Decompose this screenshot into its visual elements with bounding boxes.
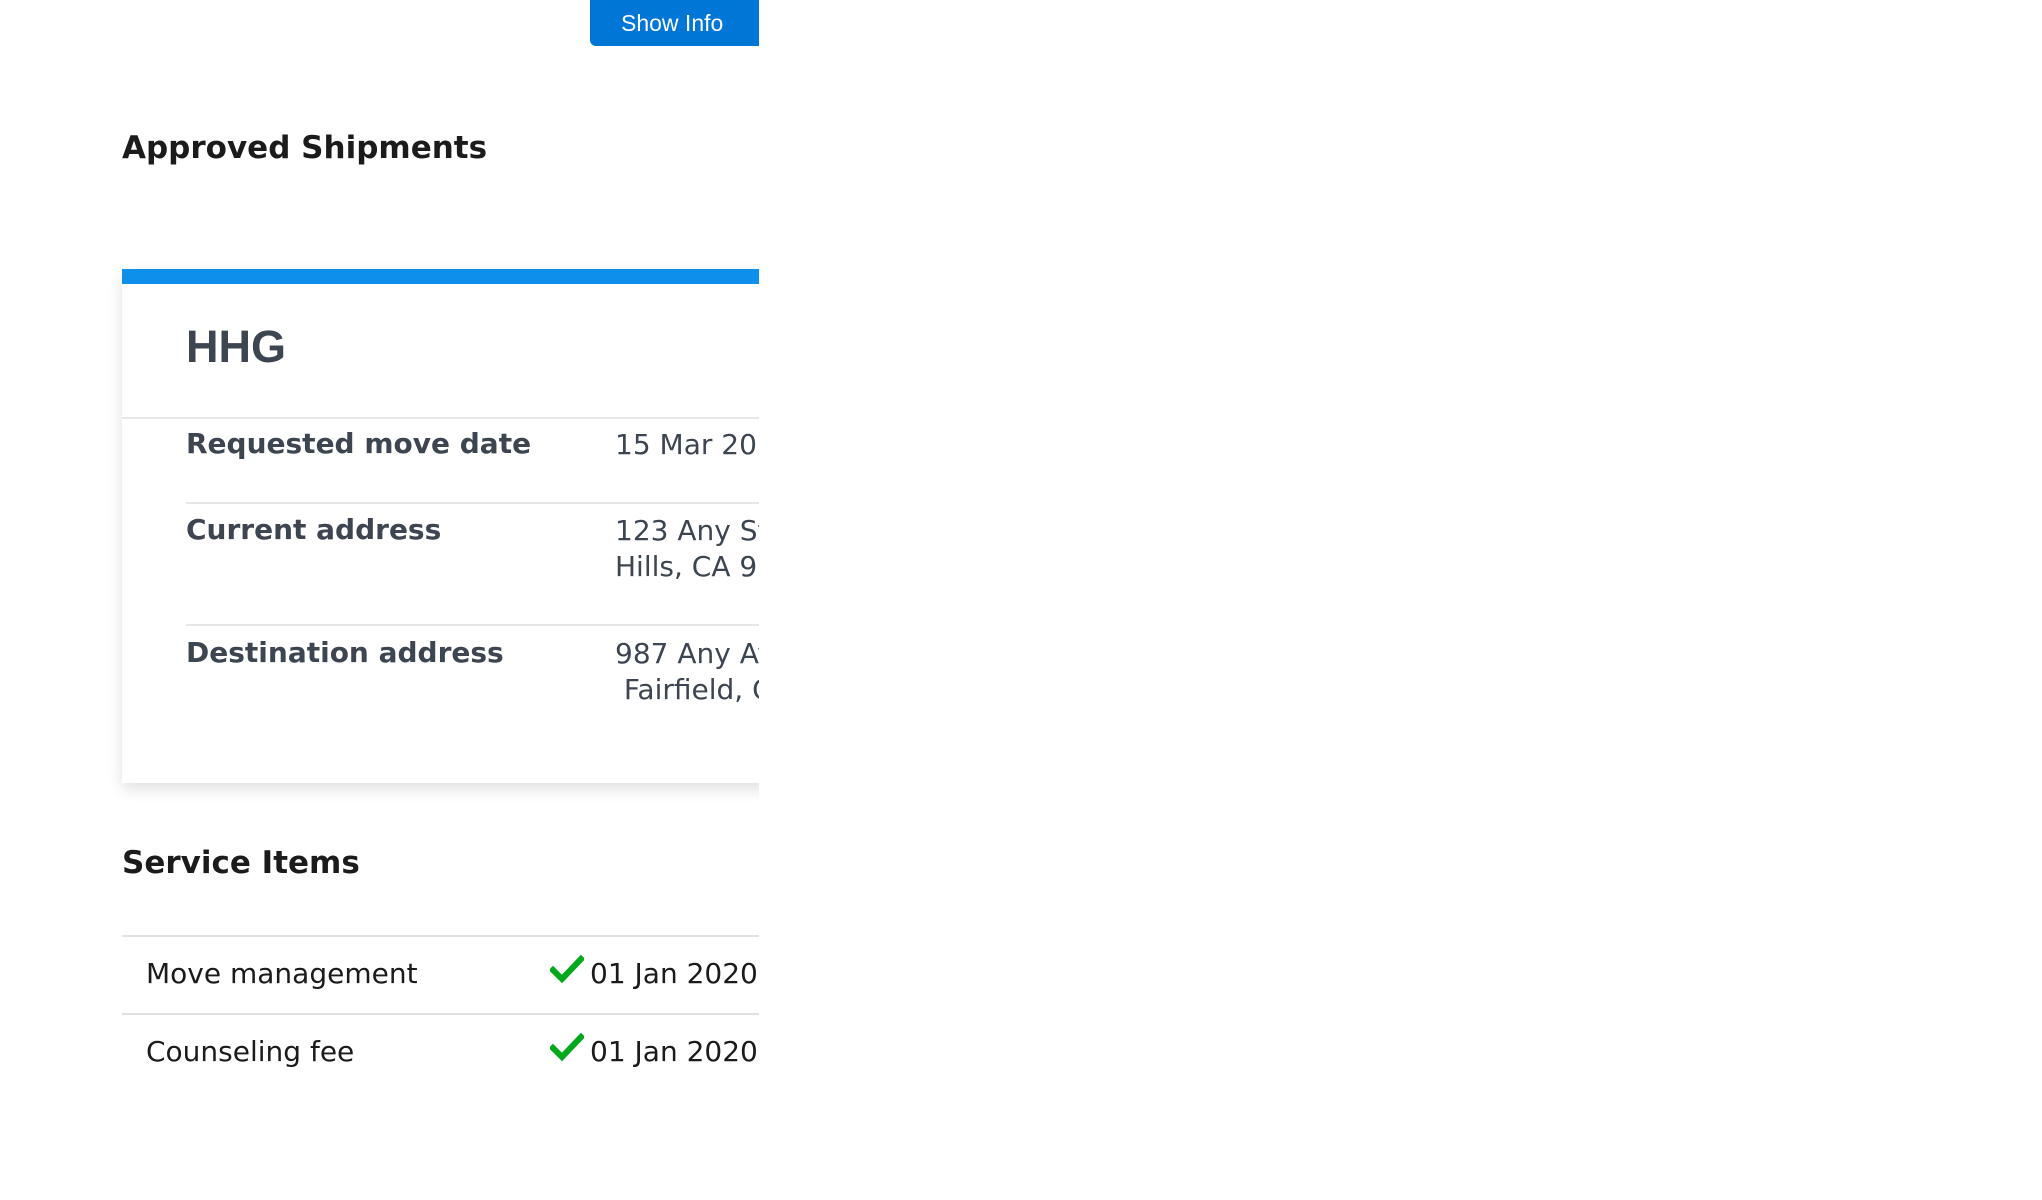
detail-value: 15 Mar 2020 [615,427,759,463]
detail-value: 987 Any Avenue Fairfield, CA 94535 [615,636,759,708]
divider [186,502,759,504]
card-accent-bar [122,269,759,284]
service-items-heading: Service Items [122,845,360,881]
service-item-name: Move management [146,957,418,990]
detail-value-line: 15 Mar 2020 [615,428,759,461]
service-item-date: 01 Jan 2020 [590,1035,758,1068]
approved-shipments-heading: Approved Shipments [122,130,488,166]
service-item-name: Counseling fee [146,1035,355,1068]
detail-label: Requested move date [186,427,532,460]
page: Show Info Approved Shipments HHG Request… [0,0,2042,1200]
table-row: Counseling fee 01 Jan 2020 [122,1013,759,1091]
shipment-type-title: HHG [186,321,286,372]
show-info-button[interactable]: Show Info [590,0,759,46]
divider [186,624,759,626]
detail-value-line: Hills, CA 90210 [615,550,759,583]
detail-label: Current address [186,513,442,546]
detail-value-line: Fairfield, CA 94535 [623,673,759,706]
detail-label: Destination address [186,636,504,669]
content-column: Show Info Approved Shipments HHG Request… [0,0,759,1200]
detail-value-line: 123 Any Street [615,514,759,547]
service-item-date: 01 Jan 2020 [590,957,758,990]
table-row: Move management 01 Jan 2020 [122,935,759,1013]
check-icon [550,955,584,984]
service-items-table: Move management 01 Jan 2020 Counseling f… [122,935,759,1091]
check-icon [550,1033,584,1062]
divider [122,417,759,419]
shipment-card: HHG Requested move date 15 Mar 2020 Curr… [122,269,759,783]
detail-value: 123 Any Street Hills, CA 90210 [615,513,759,585]
detail-value-line: 987 Any Avenue [615,637,759,670]
